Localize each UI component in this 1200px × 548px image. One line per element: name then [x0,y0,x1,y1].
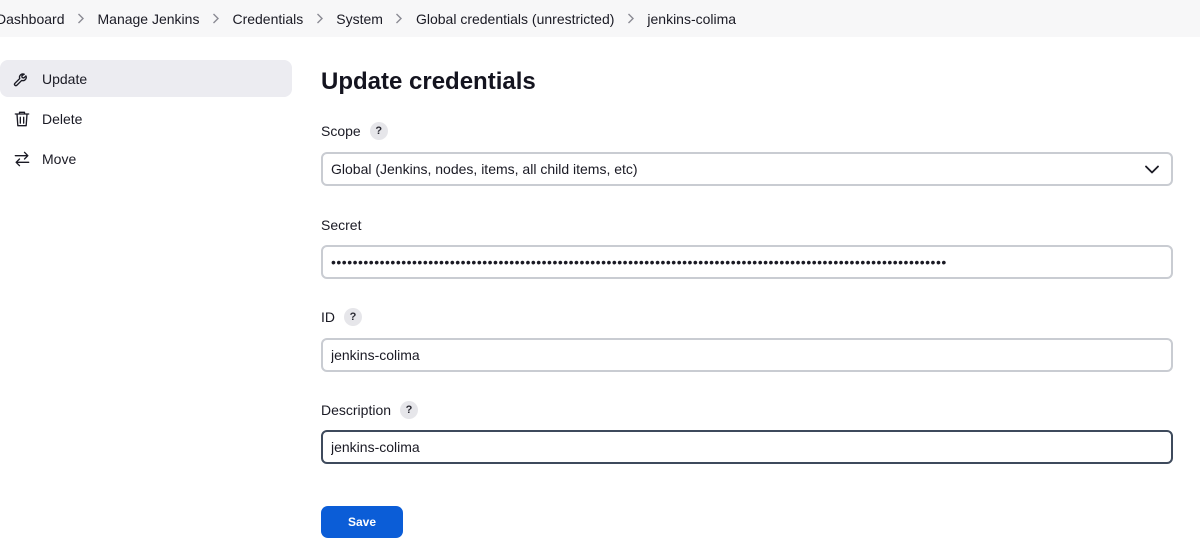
sidebar-item-update[interactable]: Update [0,60,292,97]
chevron-down-icon [1145,165,1159,173]
chevron-right-icon [303,13,336,24]
secret-masked-value: ••••••••••••••••••••••••••••••••••••••••… [331,254,947,270]
sidebar-item-delete[interactable]: Delete [0,100,292,137]
wrench-icon [12,69,32,89]
breadcrumb-dashboard[interactable]: Dashboard [0,11,65,27]
id-label: ID [321,309,335,325]
scope-selected-value: Global (Jenkins, nodes, items, all child… [331,161,638,177]
chevron-right-icon [65,13,98,24]
id-input[interactable] [331,340,1163,370]
chevron-right-icon [614,13,647,24]
secret-field[interactable]: ••••••••••••••••••••••••••••••••••••••••… [321,245,1173,279]
breadcrumb-credentials[interactable]: Credentials [232,11,303,27]
breadcrumb-global-credentials[interactable]: Global credentials (unrestricted) [416,11,614,27]
breadcrumb: Dashboard Manage Jenkins Credentials Sys… [0,0,1200,37]
sidebar-item-label: Delete [42,110,83,127]
scope-help-icon[interactable]: ? [369,122,388,140]
secret-label-row: Secret [321,217,361,233]
trash-icon [12,109,32,129]
description-label-row: Description ? [321,401,419,419]
breadcrumb-system[interactable]: System [336,11,383,27]
sidebar-item-label: Move [42,150,77,167]
id-field[interactable] [321,338,1173,372]
chevron-right-icon [383,13,416,24]
sidebar-item-move[interactable]: Move [0,140,292,177]
breadcrumb-jenkins-colima[interactable]: jenkins-colima [647,11,736,27]
id-help-icon[interactable]: ? [344,308,362,326]
id-label-row: ID ? [321,308,362,326]
save-button[interactable]: Save [321,506,403,538]
description-input[interactable] [331,432,1163,462]
description-label: Description [321,402,392,418]
chevron-right-icon [199,13,232,24]
description-field[interactable] [321,430,1173,464]
arrows-swap-icon [12,149,32,169]
scope-select[interactable]: Global (Jenkins, nodes, items, all child… [321,152,1173,186]
sidebar: Update Delete Move [0,60,292,180]
breadcrumb-manage-jenkins[interactable]: Manage Jenkins [98,11,200,27]
secret-label: Secret [321,217,362,233]
sidebar-item-label: Update [42,70,88,87]
description-help-icon[interactable]: ? [400,401,419,419]
scope-label-row: Scope ? [321,122,388,140]
page-title: Update credentials [321,68,536,95]
scope-label: Scope [321,123,361,139]
